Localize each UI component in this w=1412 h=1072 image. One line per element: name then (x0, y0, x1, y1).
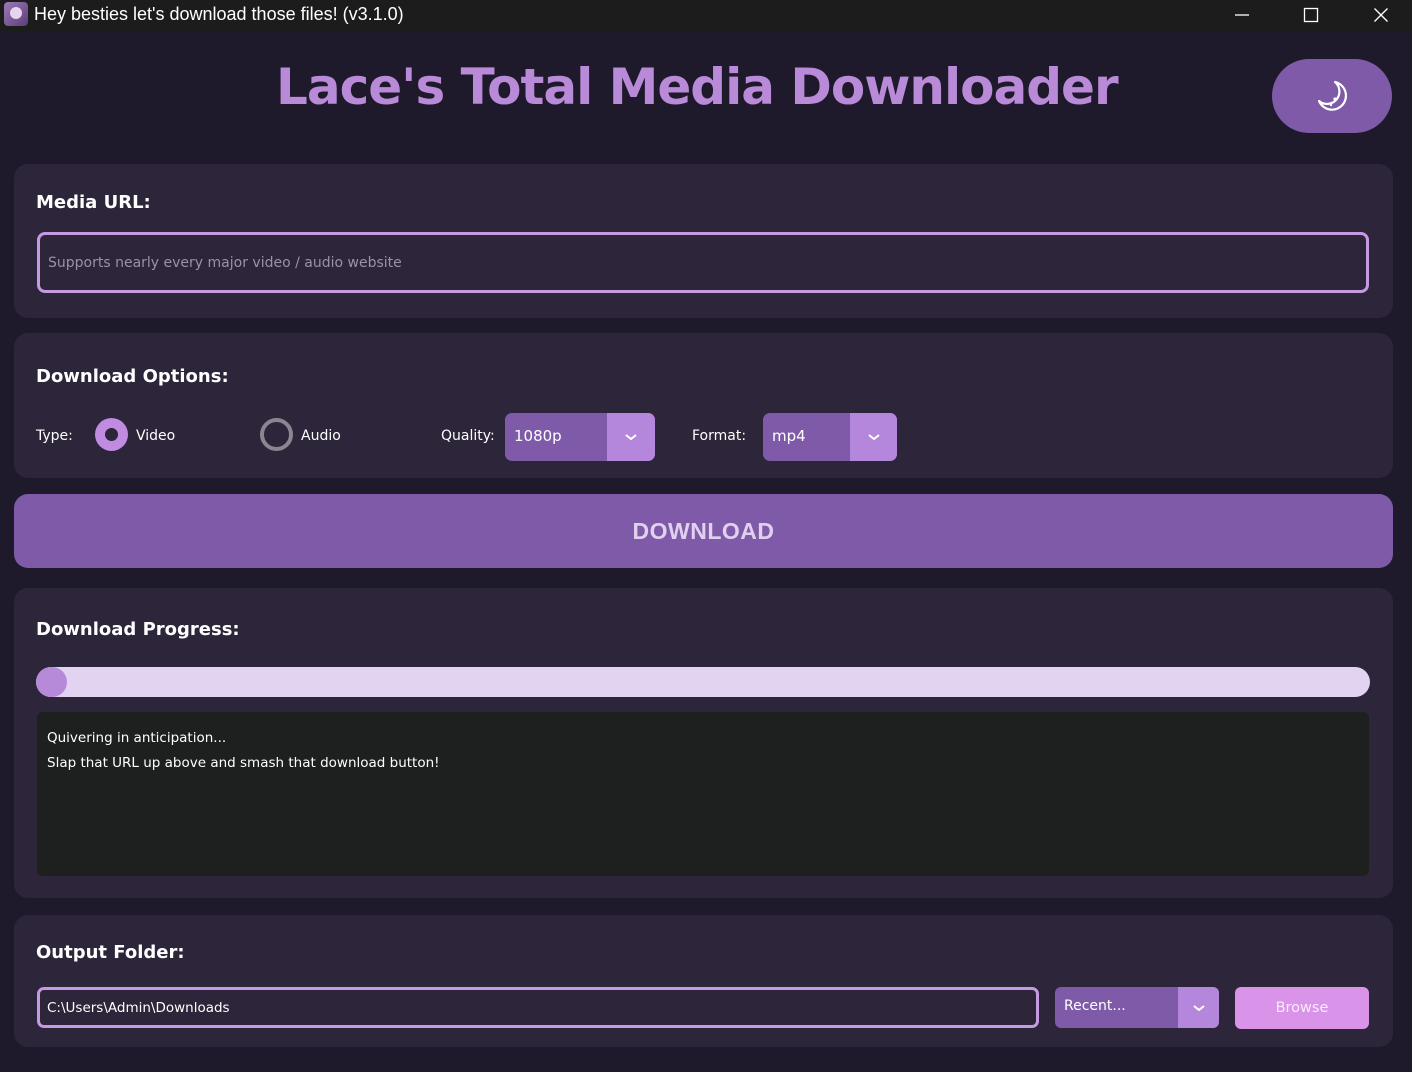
close-icon (1374, 8, 1388, 22)
window-title: Hey besties let's download those files! … (34, 4, 404, 24)
quality-select[interactable]: 1080p (505, 413, 655, 461)
log-line: Quivering in anticipation... (47, 730, 227, 746)
radio-audio[interactable] (260, 418, 293, 451)
close-button[interactable] (1346, 0, 1412, 30)
recent-folders-value: Recent... (1064, 998, 1126, 1014)
maximize-icon (1303, 7, 1319, 23)
quality-label: Quality: (441, 428, 495, 444)
output-folder-input[interactable] (37, 987, 1039, 1028)
radio-video[interactable] (95, 418, 128, 451)
progress-fill (36, 667, 67, 697)
title-bar: Hey besties let's download those files! … (0, 0, 1412, 32)
type-label: Type: (36, 428, 73, 444)
log-output: Quivering in anticipation... Slap that U… (37, 712, 1369, 876)
format-value: mp4 (772, 427, 806, 445)
media-url-label: Media URL: (36, 192, 151, 213)
download-progress-label: Download Progress: (36, 619, 240, 640)
format-label: Format: (692, 428, 747, 444)
download-options-label: Download Options: (36, 366, 229, 387)
chevron-down-icon (1192, 1004, 1205, 1011)
quality-dropdown-button[interactable] (607, 413, 655, 461)
download-progress-card: Download Progress: Quivering in anticipa… (14, 588, 1393, 898)
app-icon (4, 2, 28, 26)
browse-button[interactable]: Browse (1235, 987, 1369, 1029)
radio-video-label[interactable]: Video (136, 428, 175, 444)
moon-icon (1317, 80, 1348, 111)
download-options-card: Download Options: Type: Video Audio Qual… (14, 333, 1393, 478)
download-button[interactable]: DOWNLOAD (14, 494, 1393, 568)
app-title: Lace's Total Media Downloader (276, 58, 1119, 116)
format-select[interactable]: mp4 (763, 413, 897, 461)
progress-bar (36, 667, 1370, 697)
recent-folders-select[interactable]: Recent... (1055, 987, 1219, 1028)
minimize-button[interactable] (1207, 0, 1277, 30)
output-folder-card: Output Folder: Recent... Browse (14, 915, 1393, 1047)
chevron-down-icon (867, 434, 880, 441)
theme-toggle-button[interactable] (1272, 59, 1392, 133)
quality-value: 1080p (514, 427, 562, 445)
output-folder-label: Output Folder: (36, 942, 185, 963)
media-url-card: Media URL: (14, 164, 1393, 318)
media-url-input[interactable] (37, 232, 1369, 293)
log-line: Slap that URL up above and smash that do… (47, 755, 440, 771)
radio-audio-label[interactable]: Audio (301, 428, 341, 444)
minimize-icon (1235, 14, 1249, 16)
browse-button-label: Browse (1275, 1000, 1329, 1016)
format-dropdown-button[interactable] (850, 413, 897, 461)
recent-dropdown-button[interactable] (1178, 987, 1219, 1028)
chevron-down-icon (625, 434, 637, 441)
maximize-button[interactable] (1276, 0, 1346, 30)
download-button-label: DOWNLOAD (632, 517, 775, 544)
